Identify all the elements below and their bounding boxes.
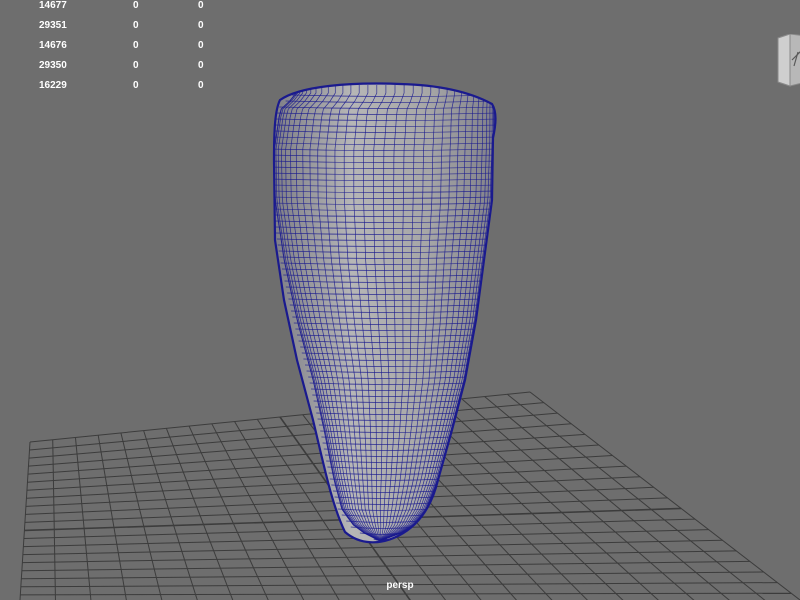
- hud-value: 0: [198, 80, 204, 91]
- hud-row: 14677 0 0: [0, 0, 220, 20]
- grid-line: [529, 391, 800, 600]
- view-cube-icon[interactable]: [776, 33, 800, 88]
- hud-value: 0: [133, 20, 139, 31]
- perspective-viewport[interactable]: 14677 0 0 29351 0 0 14676 0 0 29350 0 0 …: [0, 0, 800, 600]
- hud-value: 0: [133, 60, 139, 71]
- hud-row: 16229 0 0: [0, 80, 220, 100]
- hud-value: 0: [198, 0, 204, 11]
- hud-value: 14676: [39, 40, 67, 51]
- hud-row: 29351 0 0: [0, 20, 220, 40]
- hud-row: 14676 0 0: [0, 40, 220, 60]
- grid-line: [21, 560, 750, 572]
- grid-line: [19, 441, 31, 600]
- hud-value: 16229: [39, 80, 67, 91]
- hud-value: 0: [198, 60, 204, 71]
- hud-value: 0: [198, 20, 204, 31]
- wireframe-edge: [376, 545, 384, 547]
- mesh-object[interactable]: [270, 82, 498, 549]
- hud-value: 0: [198, 40, 204, 51]
- hud-value: 29351: [39, 20, 67, 31]
- hud-value: 0: [133, 0, 139, 11]
- hud-poly-count: 14677 0 0 29351 0 0 14676 0 0 29350 0 0 …: [0, 0, 220, 100]
- camera-name-label: persp: [386, 580, 414, 591]
- hud-value: 29350: [39, 60, 67, 71]
- hud-row: 29350 0 0: [0, 60, 220, 80]
- hud-value: 0: [133, 40, 139, 51]
- hud-value: 14677: [39, 0, 67, 11]
- hud-value: 0: [133, 80, 139, 91]
- grid-line: [21, 571, 764, 580]
